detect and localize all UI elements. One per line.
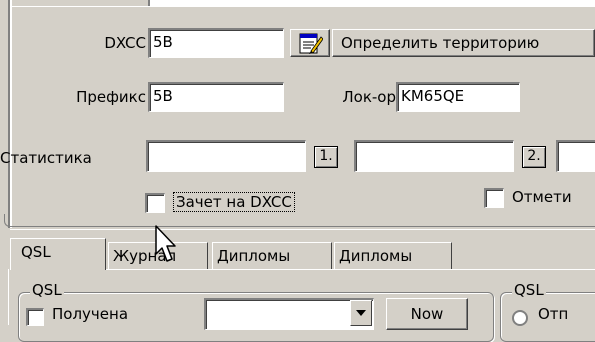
- qsl-group-title: QSL: [30, 281, 64, 299]
- sent-radio-label: Отп: [538, 305, 569, 323]
- statistics-field-3[interactable]: [556, 140, 595, 172]
- combo-dropdown-button[interactable]: [350, 300, 372, 326]
- tab-awards-2[interactable]: Дипломы: [334, 242, 452, 270]
- received-date-combo[interactable]: [204, 298, 374, 330]
- group-frame-bottom: [10, 226, 595, 230]
- top-divider: [12, 6, 595, 7]
- notepad-pencil-icon: [299, 33, 324, 54]
- dxcc-credit-label[interactable]: Зачет на DXCC: [173, 192, 295, 212]
- statistics-label: Статистика: [0, 149, 92, 167]
- sent-radio[interactable]: [512, 310, 528, 326]
- statistics-field-2[interactable]: [354, 140, 514, 172]
- dxcc-label: DXCC: [104, 34, 146, 52]
- tab-qsl[interactable]: QSL: [10, 238, 106, 270]
- stat-button-1[interactable]: 1.: [314, 146, 338, 168]
- mark-checkbox[interactable]: [484, 188, 504, 208]
- dxcc-field[interactable]: 5B: [148, 28, 284, 58]
- chevron-down-icon: [356, 310, 366, 316]
- mark-label: Отмети: [512, 188, 572, 206]
- now-button[interactable]: Now: [386, 298, 468, 330]
- window-left-highlight: [10, 0, 12, 228]
- tab-panel-top: [106, 269, 595, 270]
- tab-panel-left: [8, 269, 9, 325]
- qsl-right-group-title: QSL: [512, 281, 546, 299]
- received-checkbox[interactable]: [26, 308, 44, 326]
- prefix-label: Префикс: [76, 88, 146, 106]
- determine-territory-button[interactable]: Определить территорию: [332, 29, 595, 57]
- locator-field[interactable]: KM65QE: [396, 82, 520, 112]
- determine-territory-icon-button[interactable]: [290, 29, 330, 57]
- tab-awards-1[interactable]: Дипломы: [212, 242, 332, 270]
- window-left-edge: [0, 0, 10, 228]
- locator-label: Лок-ор: [342, 88, 396, 106]
- statistics-field-1[interactable]: [146, 140, 306, 172]
- received-label: Получена: [52, 305, 129, 323]
- prefix-field[interactable]: 5B: [148, 82, 284, 112]
- stat-button-2[interactable]: 2.: [522, 146, 546, 168]
- arrow-cursor-icon: [155, 225, 176, 262]
